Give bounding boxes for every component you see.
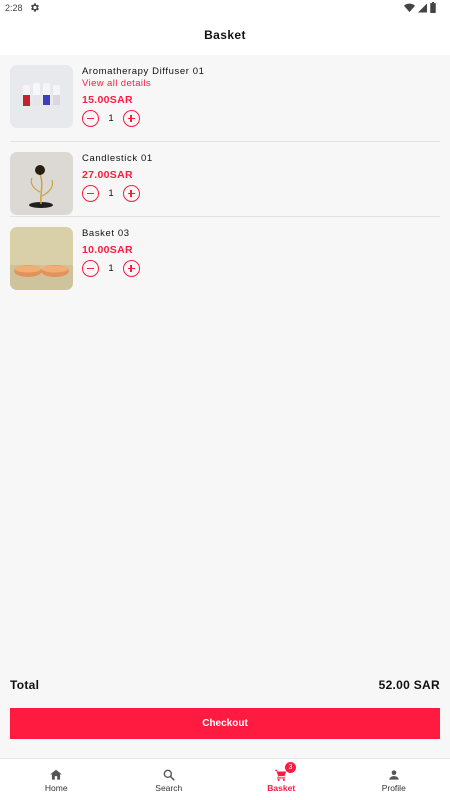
decrease-quantity-button[interactable] bbox=[82, 185, 99, 202]
basket-count-badge: 3 bbox=[285, 762, 296, 773]
app-bar: Basket bbox=[0, 16, 450, 55]
quantity-stepper: 1 bbox=[82, 185, 140, 202]
search-icon bbox=[163, 769, 175, 781]
battery-icon bbox=[430, 2, 436, 13]
total-row: Total 52.00 SAR bbox=[10, 678, 440, 692]
total-label: Total bbox=[10, 678, 40, 692]
product-image-diffuser[interactable] bbox=[10, 65, 73, 128]
home-icon bbox=[50, 769, 63, 780]
settings-gear-icon bbox=[31, 3, 39, 12]
bottom-navigation: Home Search 3 Basket Profile bbox=[0, 758, 450, 800]
quantity-value: 1 bbox=[108, 113, 114, 124]
nav-item-search[interactable]: Search bbox=[113, 759, 226, 800]
product-name: Basket 03 bbox=[82, 228, 130, 239]
nav-item-basket[interactable]: 3 Basket bbox=[225, 759, 338, 800]
status-bar: 2:28 bbox=[0, 0, 450, 16]
status-time: 2:28 bbox=[5, 3, 23, 13]
basket-item: Basket 03 10.00SAR 1 bbox=[10, 217, 440, 292]
quantity-stepper: 1 bbox=[82, 110, 140, 127]
decrease-quantity-button[interactable] bbox=[82, 110, 99, 127]
basket-item: Aromatherapy Diffuser 01 View all detail… bbox=[10, 55, 440, 142]
nav-item-home[interactable]: Home bbox=[0, 759, 113, 800]
nav-label: Profile bbox=[381, 783, 406, 793]
checkout-button[interactable]: Checkout bbox=[10, 708, 440, 739]
product-name: Aromatherapy Diffuser 01 bbox=[82, 66, 205, 77]
status-indicators bbox=[404, 2, 436, 13]
product-price: 15.00SAR bbox=[82, 94, 133, 106]
product-image-basket[interactable] bbox=[10, 227, 73, 290]
cell-signal-icon bbox=[418, 3, 427, 12]
total-value: 52.00 SAR bbox=[378, 678, 440, 692]
nav-label: Basket bbox=[267, 783, 296, 793]
product-image-candlestick[interactable] bbox=[10, 152, 73, 215]
product-price: 27.00SAR bbox=[82, 169, 133, 181]
nav-label: Home bbox=[44, 783, 68, 793]
increase-quantity-button[interactable] bbox=[123, 110, 140, 127]
person-icon bbox=[389, 770, 399, 780]
quantity-value: 1 bbox=[108, 263, 114, 274]
quantity-stepper: 1 bbox=[82, 260, 140, 277]
increase-quantity-button[interactable] bbox=[123, 260, 140, 277]
nav-item-profile[interactable]: Profile bbox=[338, 759, 450, 800]
quantity-value: 1 bbox=[108, 188, 114, 199]
product-price: 10.00SAR bbox=[82, 244, 133, 256]
wifi-icon bbox=[404, 3, 415, 12]
increase-quantity-button[interactable] bbox=[123, 185, 140, 202]
basket-item: Candlestick 01 27.00SAR 1 bbox=[10, 142, 440, 217]
basket-list: Aromatherapy Diffuser 01 View all detail… bbox=[0, 55, 450, 292]
product-name: Candlestick 01 bbox=[82, 153, 153, 164]
decrease-quantity-button[interactable] bbox=[82, 260, 99, 277]
view-details-link[interactable]: View all details bbox=[82, 78, 151, 89]
nav-label: Search bbox=[155, 783, 183, 793]
page-title: Basket bbox=[204, 28, 246, 42]
